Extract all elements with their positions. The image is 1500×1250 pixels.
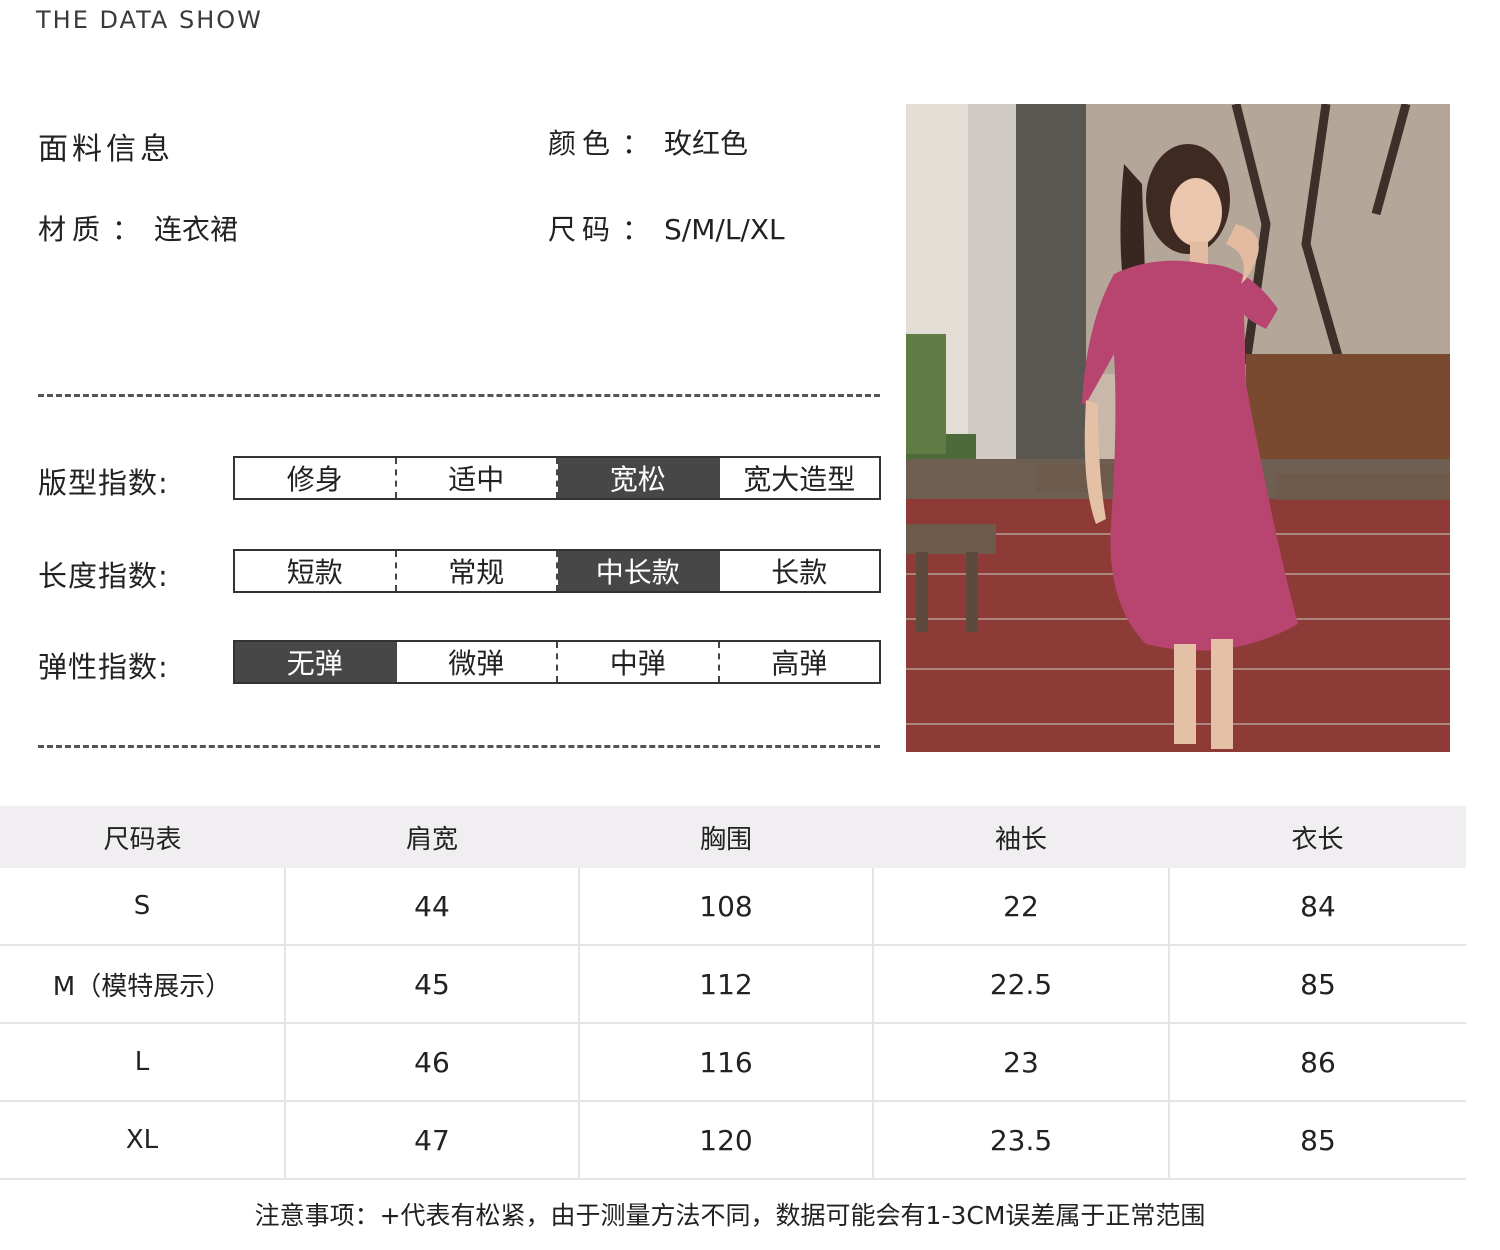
size-chart-table: 尺码表 肩宽 胸围 袖长 衣长 S 44 108 22 84 M（模特展示） 4… (0, 806, 1466, 1180)
divider-top (38, 394, 880, 397)
size-cell: M（模特展示） (0, 945, 286, 1024)
elasticity-option: 中弹 (558, 642, 720, 682)
material-label: 材质 (38, 213, 107, 246)
bust-cell: 120 (579, 1101, 874, 1180)
elasticity-option: 高弹 (771, 647, 828, 680)
bust-cell: 112 (579, 945, 874, 1024)
product-photo (906, 104, 1450, 752)
material-value: 连衣裙 (154, 213, 239, 246)
size-separator: ： (622, 213, 651, 246)
column-header: 衣长 (1169, 806, 1466, 868)
sleeve-cell: 22 (873, 868, 1170, 946)
length-index-label: 长度指数: (38, 559, 169, 593)
color-separator: ： (622, 127, 651, 160)
elasticity-index-scale: 无弹 微弹 中弹 高弹 (233, 640, 881, 684)
sleeve-cell: 22.5 (873, 945, 1170, 1024)
material-row: 材质： 连衣裙 (38, 208, 238, 248)
color-row: 颜色： 玫红色 (548, 122, 748, 162)
table-row: S 44 108 22 84 (0, 868, 1466, 946)
column-header: 袖长 (873, 806, 1169, 868)
bust-cell: 116 (579, 1023, 874, 1102)
length-cell: 86 (1169, 1023, 1466, 1102)
table-row: XL 47 120 23.5 85 (0, 1101, 1466, 1180)
length-option: 短款 (235, 551, 397, 591)
bust-cell: 108 (579, 868, 874, 946)
fit-option: 宽松 (558, 458, 720, 498)
table-row: M（模特展示） 45 112 22.5 85 (0, 945, 1466, 1024)
length-index-scale: 短款 常规 中长款 长款 (233, 549, 881, 593)
shoulder-cell: 47 (285, 1101, 580, 1180)
column-header: 肩宽 (285, 806, 579, 868)
length-option: 中长款 (558, 551, 720, 591)
size-cell: XL (0, 1101, 286, 1180)
color-label: 颜色 (548, 127, 617, 160)
measurement-note: 注意事项：+代表有松紧，由于测量方法不同，数据可能会有1-3CM误差属于正常范围 (254, 1201, 1206, 1230)
length-cell: 85 (1169, 1101, 1466, 1180)
divider-bottom (38, 745, 880, 748)
shoulder-cell: 45 (285, 945, 580, 1024)
fit-option: 宽大造型 (743, 463, 856, 496)
column-header: 尺码表 (0, 806, 285, 868)
brand-name: THE DATA SHOW (36, 6, 263, 34)
fit-index-scale: 修身 适中 宽松 宽大造型 (233, 456, 881, 500)
sleeve-cell: 23.5 (873, 1101, 1170, 1180)
fit-option: 修身 (235, 458, 397, 498)
length-option: 常规 (397, 551, 558, 591)
shoulder-cell: 44 (285, 868, 580, 946)
size-label: 尺码 (548, 213, 617, 246)
elasticity-index-label: 弹性指数: (38, 650, 169, 684)
sleeve-cell: 23 (873, 1023, 1170, 1102)
fit-index-label: 版型指数: (38, 466, 169, 500)
material-separator: ： (112, 213, 141, 246)
fit-option: 适中 (397, 458, 558, 498)
size-value: S/M/L/XL (664, 213, 785, 246)
size-cell: L (0, 1023, 286, 1102)
shoulder-cell: 46 (285, 1023, 580, 1102)
elasticity-option: 微弹 (397, 642, 558, 682)
fabric-info-title: 面料信息 (38, 132, 174, 167)
length-cell: 84 (1169, 868, 1466, 946)
size-row: 尺码： S/M/L/XL (548, 208, 785, 248)
length-cell: 85 (1169, 945, 1466, 1024)
elasticity-option: 无弹 (235, 642, 397, 682)
table-row: L 46 116 23 86 (0, 1023, 1466, 1102)
size-cell: S (0, 868, 286, 946)
table-header-row: 尺码表 肩宽 胸围 袖长 衣长 (0, 806, 1466, 868)
column-header: 胸围 (579, 806, 873, 868)
length-option: 长款 (771, 556, 828, 589)
color-value: 玫红色 (664, 127, 749, 160)
